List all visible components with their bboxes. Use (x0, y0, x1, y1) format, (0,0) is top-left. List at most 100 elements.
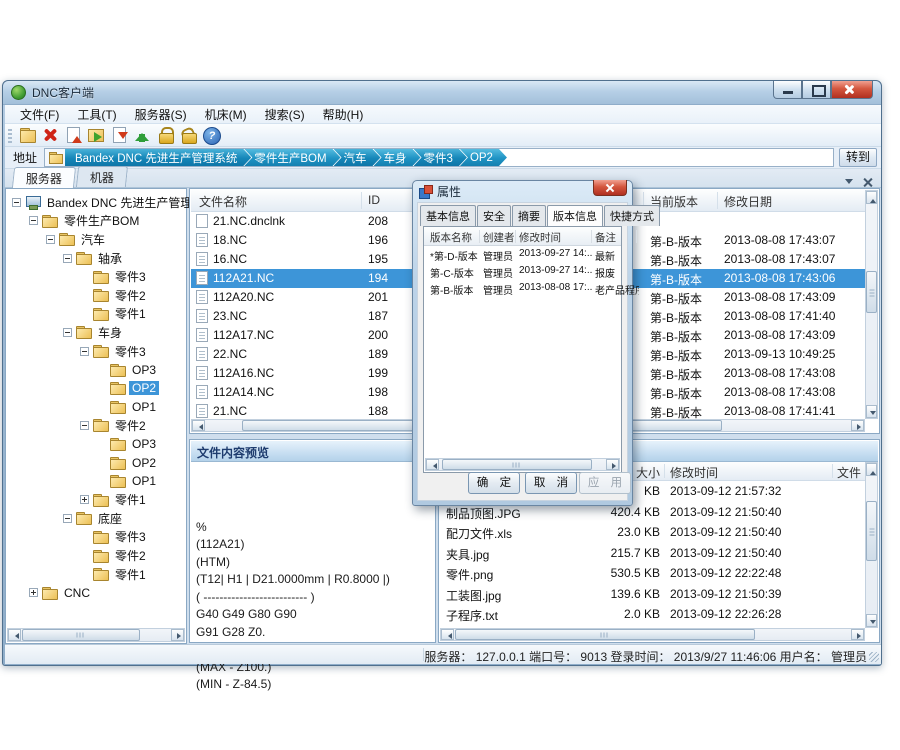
close-button[interactable] (831, 81, 873, 99)
tree-expander-icon[interactable] (63, 514, 72, 523)
scroll-left-icon[interactable] (192, 420, 205, 431)
version-table-header[interactable]: 版本名称 创建者 修改时间 备注 (424, 227, 621, 246)
column-file[interactable]: 文件(&l (837, 464, 865, 481)
tree-item[interactable]: CNC (6, 583, 186, 602)
panel-close-icon[interactable] (863, 177, 873, 187)
toolbar-button[interactable] (109, 125, 130, 145)
toolbar-button[interactable] (155, 125, 176, 145)
menu-item[interactable]: 帮助(H) (314, 105, 373, 124)
toolbar-button[interactable] (132, 125, 153, 145)
tree-horizontal-scrollbar[interactable] (7, 628, 185, 642)
go-button[interactable]: 转到 (839, 148, 877, 167)
menu-item[interactable]: 搜索(S) (256, 105, 314, 124)
resize-grip[interactable] (869, 652, 879, 662)
maximize-button[interactable] (802, 81, 831, 99)
attachment-row[interactable]: 工装图.jpg 139.6 KB 2013-09-12 21:50:39 (440, 584, 865, 605)
column-file-name[interactable]: 文件名称 (199, 193, 247, 210)
attachments-horizontal-scrollbar[interactable] (440, 628, 865, 641)
attachments-vertical-scrollbar[interactable] (865, 462, 878, 628)
scroll-down-icon[interactable] (866, 614, 877, 627)
version-row[interactable]: 第-B-版本 管理员 2013-08-08 17:... 老产品程序 (424, 280, 621, 297)
minimize-button[interactable] (773, 81, 802, 99)
tree-expander-icon[interactable] (63, 254, 72, 263)
breadcrumb-segment[interactable]: 零件生产BOM (244, 149, 340, 166)
menu-item[interactable]: 机床(M) (196, 105, 256, 124)
version-row[interactable]: *第-D-版本 管理员 2013-09-27 14:... 最新 (424, 246, 621, 263)
tree-item[interactable]: 零件1 (6, 491, 186, 510)
tree-item[interactable]: 零件生产BOM (6, 212, 186, 231)
dialog-horizontal-scrollbar[interactable] (425, 458, 620, 471)
scroll-thumb[interactable] (455, 629, 755, 640)
tree-expander-icon[interactable] (12, 198, 21, 207)
tree-item[interactable]: 零件2 (6, 416, 186, 435)
dialog-tab[interactable]: 摘要 (512, 205, 546, 226)
toolbar-button[interactable] (17, 125, 38, 145)
column-creator[interactable]: 创建者 (483, 230, 515, 245)
tree-item[interactable]: 零件2 (6, 286, 186, 305)
tree-item[interactable]: OP2 (6, 453, 186, 472)
tree-item[interactable]: OP1 (6, 472, 186, 491)
toolbar-button[interactable] (86, 125, 107, 145)
tree-expander-icon[interactable] (46, 235, 55, 244)
breadcrumb-segment[interactable]: 车身 (374, 149, 421, 166)
menu-item[interactable]: 工具(T) (68, 105, 125, 124)
dialog-title-bar[interactable]: 属性 (413, 181, 632, 202)
tree-expander-icon[interactable] (29, 216, 38, 225)
attachment-row[interactable]: 零件.png 530.5 KB 2013-09-12 22:22:48 (440, 563, 865, 584)
tree-item[interactable]: OP1 (6, 398, 186, 417)
scroll-up-icon[interactable] (866, 463, 877, 476)
column-note[interactable]: 备注 (595, 230, 616, 245)
tree-item[interactable]: 零件3 (6, 342, 186, 361)
column-version-name[interactable]: 版本名称 (430, 230, 472, 245)
dialog-tab[interactable]: 基本信息 (420, 205, 476, 226)
scroll-right-icon[interactable] (606, 459, 619, 470)
chevron-down-icon[interactable] (845, 179, 853, 188)
tree-item[interactable]: OP3 (6, 435, 186, 454)
tree-item[interactable]: 零件3 (6, 267, 186, 286)
dialog-tab[interactable]: 安全 (477, 205, 511, 226)
column-modified-date[interactable]: 修改日期 (724, 193, 772, 210)
dialog-tab[interactable]: 快捷方式 (604, 205, 660, 226)
dialog-button[interactable]: 应 用 (579, 472, 631, 494)
tree-item[interactable]: 零件3 (6, 528, 186, 547)
attachment-row[interactable]: 子程序.txt 2.0 KB 2013-09-12 22:26:28 (440, 604, 865, 625)
tree-expander-icon[interactable] (80, 347, 89, 356)
breadcrumb-segment[interactable]: 汽车 (334, 149, 381, 166)
dialog-tab[interactable]: 版本信息 (547, 205, 603, 227)
tree-item[interactable]: OP2 (6, 379, 186, 398)
menu-item[interactable]: 服务器(S) (126, 105, 196, 124)
menu-item[interactable]: 文件(F) (11, 105, 68, 124)
toolbar-button[interactable] (201, 125, 222, 145)
tree-expander-icon[interactable] (80, 495, 89, 504)
tree-expander-icon[interactable] (29, 588, 38, 597)
tree-item[interactable]: 车身 (6, 323, 186, 342)
tree-item[interactable]: 零件1 (6, 565, 186, 584)
toolbar-grip[interactable] (8, 127, 12, 143)
title-bar[interactable]: DNC客户端 (3, 81, 881, 105)
breadcrumb-segment[interactable]: OP2 (460, 149, 507, 166)
tree-item[interactable]: 轴承 (6, 249, 186, 268)
tree-expander-icon[interactable] (80, 421, 89, 430)
attachment-row[interactable]: 配刀文件.xls 23.0 KB 2013-09-12 21:50:40 (440, 522, 865, 543)
scroll-thumb[interactable] (442, 459, 592, 470)
scroll-right-icon[interactable] (851, 420, 864, 431)
scroll-left-icon[interactable] (8, 629, 21, 641)
tree-item[interactable]: Bandex DNC 先进生产管理系 (6, 193, 186, 212)
view-tab[interactable]: 机器 (76, 166, 128, 187)
scroll-right-icon[interactable] (851, 629, 864, 640)
tree-item[interactable]: 底座 (6, 509, 186, 528)
scroll-thumb[interactable] (866, 501, 877, 561)
column-id[interactable]: ID (368, 193, 380, 207)
scroll-down-icon[interactable] (866, 405, 877, 418)
list-vertical-scrollbar[interactable] (865, 190, 878, 419)
toolbar-button[interactable] (178, 125, 199, 145)
column-modified-time[interactable]: 修改时间 (670, 464, 718, 481)
tree-expander-icon[interactable] (63, 328, 72, 337)
scroll-left-icon[interactable] (441, 629, 454, 640)
tree-item[interactable]: 零件1 (6, 305, 186, 324)
dialog-close-button[interactable] (593, 180, 627, 196)
view-tab[interactable]: 服务器 (12, 167, 76, 188)
tree-item[interactable]: OP3 (6, 360, 186, 379)
tree-item[interactable]: 汽车 (6, 230, 186, 249)
scroll-thumb[interactable] (22, 629, 140, 641)
